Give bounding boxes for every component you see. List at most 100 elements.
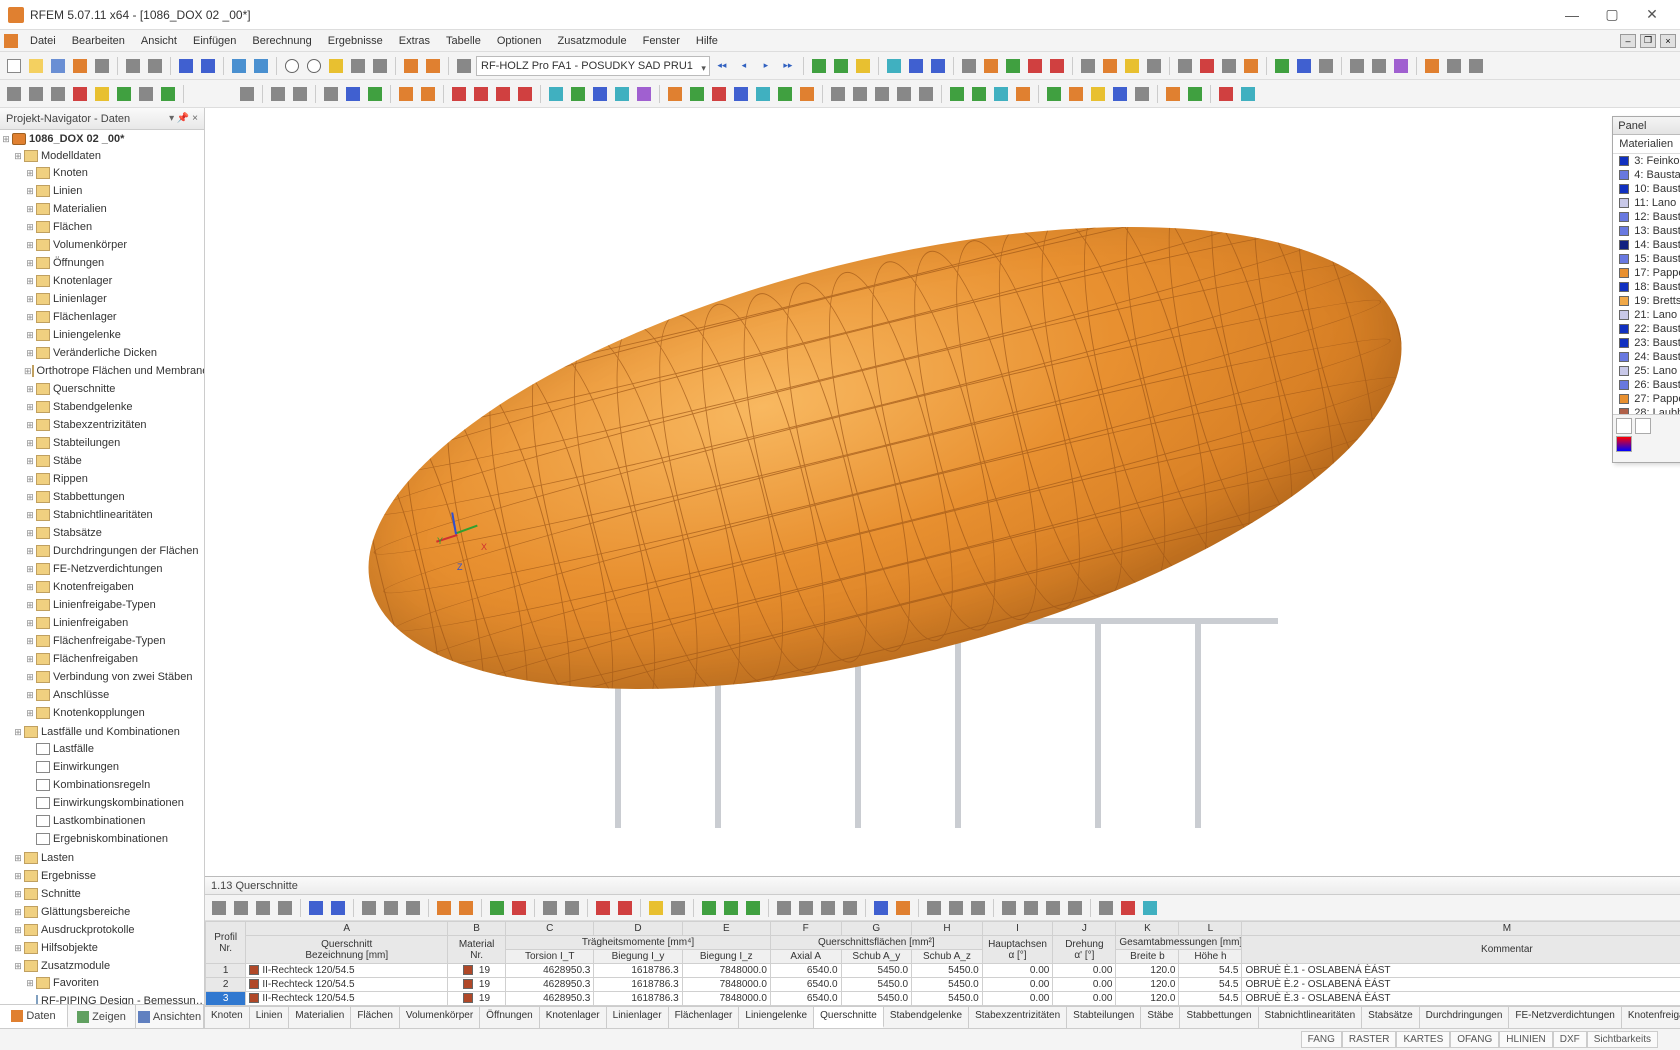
tb-btn[interactable]	[176, 56, 196, 76]
bottom-tab[interactable]: Stabexzentrizitäten	[969, 1007, 1067, 1028]
menu-zusatzmodule[interactable]: Zusatzmodule	[550, 33, 635, 49]
grid-tb-btn[interactable]	[359, 898, 379, 918]
tb-btn[interactable]	[1122, 56, 1142, 76]
grid-tb-btn[interactable]	[456, 898, 476, 918]
tb-btn[interactable]	[1391, 56, 1411, 76]
grid-tb-btn[interactable]	[403, 898, 423, 918]
tb-btn[interactable]	[590, 84, 610, 104]
tree-node[interactable]: Ergebnisse	[0, 868, 204, 884]
tb-btn[interactable]	[1078, 56, 1098, 76]
tree-node[interactable]: Einwirkungskombinationen	[0, 795, 204, 811]
tree-node[interactable]: Knotenlager	[0, 273, 204, 289]
status-segment[interactable]: KARTES	[1396, 1031, 1450, 1048]
tb-btn[interactable]	[114, 84, 134, 104]
tb-btn[interactable]	[396, 84, 416, 104]
tb-btn[interactable]	[4, 84, 24, 104]
grid-tb-btn[interactable]	[540, 898, 560, 918]
tree-node[interactable]: Schnitte	[0, 886, 204, 902]
tb-btn[interactable]	[612, 84, 632, 104]
material-item[interactable]: 17: Pappel und Nadelholz C24 | ÈSI	[1613, 266, 1680, 280]
material-item[interactable]: 11: Lano upravene | Z-14.7-411	[1613, 196, 1680, 210]
tree-node[interactable]: Stäbe	[0, 453, 204, 469]
tb-btn[interactable]	[1369, 56, 1389, 76]
tb-btn[interactable]	[1219, 56, 1239, 76]
grid-tb-btn[interactable]	[646, 898, 666, 918]
tb-btn[interactable]	[237, 84, 257, 104]
menu-extras[interactable]: Extras	[391, 33, 438, 49]
bottom-tab[interactable]: Linien	[250, 1007, 290, 1028]
bottom-tab[interactable]: Stabsätze	[1362, 1007, 1419, 1028]
tb-btn[interactable]	[809, 56, 829, 76]
mdi-icon[interactable]	[4, 34, 18, 48]
tree-node[interactable]: Lastfälle	[0, 741, 204, 757]
tb-btn[interactable]	[1238, 84, 1258, 104]
tb-btn[interactable]	[1088, 84, 1108, 104]
tree-node[interactable]: Materialien	[0, 201, 204, 217]
material-item[interactable]: 25: Lano upravene | Z-14.7-411	[1613, 364, 1680, 378]
grid-tb-btn[interactable]	[209, 898, 229, 918]
tb-btn[interactable]	[850, 84, 870, 104]
bottom-tab[interactable]: Stabendgelenke	[884, 1007, 969, 1028]
bottom-tab[interactable]: Flächenlager	[669, 1007, 740, 1028]
tree-node[interactable]: Liniengelenke	[0, 327, 204, 343]
grid-tb-btn[interactable]	[328, 898, 348, 918]
tree-node[interactable]: Querschnitte	[0, 381, 204, 397]
grid-tb-btn[interactable]	[593, 898, 613, 918]
grid-tb-btn[interactable]	[924, 898, 944, 918]
tree-node[interactable]: Zusatzmodule	[0, 958, 204, 974]
tb-btn[interactable]	[1185, 84, 1205, 104]
3d-viewport[interactable]: X Y Z Panel× Materialien 3: Feinkornbaus…	[205, 108, 1680, 876]
tb-btn[interactable]	[158, 84, 178, 104]
redo-button[interactable]	[251, 56, 271, 76]
grid-tb-btn[interactable]	[968, 898, 988, 918]
tb-btn[interactable]	[872, 84, 892, 104]
material-item[interactable]: 23: Baustahl S 355 | DIN 18800:19	[1613, 336, 1680, 350]
grid-tb-btn[interactable]	[615, 898, 635, 918]
tb-btn[interactable]	[1003, 56, 1023, 76]
tb-btn[interactable]	[326, 56, 346, 76]
tb-btn[interactable]	[1066, 84, 1086, 104]
grid-tb-btn[interactable]	[509, 898, 529, 918]
tb-btn[interactable]	[304, 56, 324, 76]
tb-btn[interactable]	[753, 84, 773, 104]
mdi-minimize[interactable]: –	[1620, 34, 1636, 48]
tree-node[interactable]: Verbindung von zwei Stäben	[0, 669, 204, 685]
tree-node[interactable]: Linienlager	[0, 291, 204, 307]
grid-tb-btn[interactable]	[1140, 898, 1160, 918]
panel-btn[interactable]	[1616, 436, 1632, 452]
grid-tb-btn[interactable]	[743, 898, 763, 918]
grid-tb-btn[interactable]	[434, 898, 454, 918]
grid-tb-btn[interactable]	[306, 898, 326, 918]
tree-node[interactable]: Einwirkungen	[0, 759, 204, 775]
material-item[interactable]: 21: Lano upravene | Z-14.7-411	[1613, 308, 1680, 322]
tb-btn[interactable]	[775, 84, 795, 104]
tb-btn[interactable]	[1347, 56, 1367, 76]
bottom-tab[interactable]: Stabteilungen	[1067, 1007, 1141, 1028]
navigator-pin-icon[interactable]: ▾ 📌 ×	[169, 113, 198, 124]
tb-btn[interactable]	[370, 56, 390, 76]
tb-btn[interactable]	[928, 56, 948, 76]
tb-btn[interactable]	[797, 84, 817, 104]
tree-node[interactable]: Linien	[0, 183, 204, 199]
mdi-close[interactable]: ×	[1660, 34, 1676, 48]
tree-node[interactable]: Linienfreigaben	[0, 615, 204, 631]
grid-tb-btn[interactable]	[275, 898, 295, 918]
bottom-tab[interactable]: Öffnungen	[480, 1007, 540, 1028]
bottom-tab[interactable]: FE-Netzverdichtungen	[1509, 1007, 1622, 1028]
panel-btn[interactable]	[1616, 418, 1632, 434]
tb-btn[interactable]	[1044, 84, 1064, 104]
bottom-tab[interactable]: Materialien	[289, 1007, 351, 1028]
tb-btn[interactable]	[884, 56, 904, 76]
tb-btn[interactable]	[145, 56, 165, 76]
tb-btn[interactable]	[1466, 56, 1486, 76]
tb-btn[interactable]	[991, 84, 1011, 104]
tb-btn[interactable]	[687, 84, 707, 104]
tree-node[interactable]: Linienfreigabe-Typen	[0, 597, 204, 613]
tb-btn[interactable]	[92, 84, 112, 104]
menu-ergebnisse[interactable]: Ergebnisse	[320, 33, 391, 49]
nav-tab-zeigen[interactable]: Zeigen	[68, 1005, 136, 1028]
menu-berechnung[interactable]: Berechnung	[244, 33, 319, 49]
status-segment[interactable]: Sichtbarkeits	[1587, 1031, 1658, 1048]
tb-btn[interactable]	[959, 56, 979, 76]
tree-node[interactable]: Stabendgelenke	[0, 399, 204, 415]
